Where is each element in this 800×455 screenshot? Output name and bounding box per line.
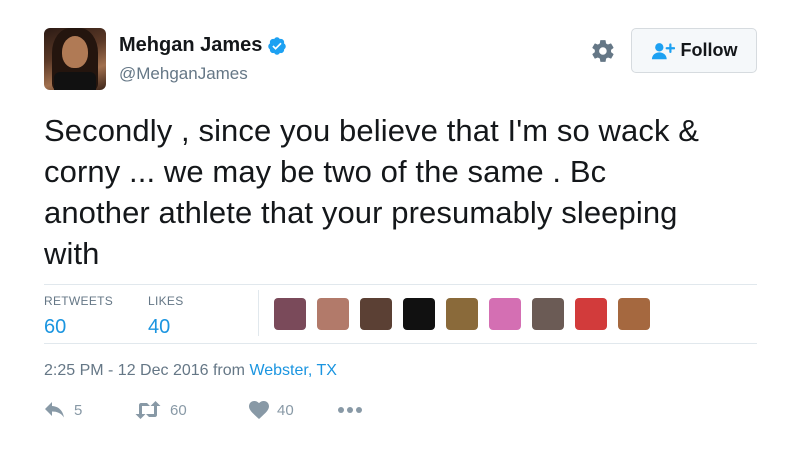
divider bbox=[44, 284, 757, 285]
reply-count: 5 bbox=[74, 401, 83, 419]
retweet-icon bbox=[135, 401, 161, 419]
timestamp[interactable]: 2:25 PM - 12 Dec 2016 from bbox=[44, 362, 249, 379]
reply-icon bbox=[45, 402, 64, 418]
liker-avatar[interactable] bbox=[489, 298, 521, 330]
tweet-text-line: with bbox=[44, 236, 100, 271]
liker-avatar[interactable] bbox=[446, 298, 478, 330]
tweet-actions: 5 60 40 bbox=[44, 401, 371, 419]
liker-avatar[interactable] bbox=[618, 298, 650, 330]
add-user-icon bbox=[651, 42, 675, 59]
avatar-face bbox=[62, 36, 88, 68]
retweets-label: RETWEETS bbox=[44, 294, 114, 308]
likers-avatars bbox=[274, 298, 661, 330]
retweets-count: 60 bbox=[44, 316, 67, 338]
verified-badge-icon bbox=[268, 36, 287, 55]
user-handle[interactable]: @MehganJames bbox=[119, 64, 248, 84]
more-dots-icon bbox=[338, 407, 362, 413]
liker-avatar[interactable] bbox=[403, 298, 435, 330]
name-row: Mehgan James bbox=[119, 34, 287, 57]
heart-icon bbox=[249, 401, 269, 419]
retweet-count: 60 bbox=[170, 401, 187, 419]
liker-avatar[interactable] bbox=[360, 298, 392, 330]
display-name[interactable]: Mehgan James bbox=[119, 34, 262, 57]
tweet-text: Secondly , since you believe that I'm so… bbox=[44, 110, 764, 274]
gear-icon[interactable] bbox=[590, 38, 616, 64]
stats-separator bbox=[258, 290, 259, 336]
more-button[interactable] bbox=[337, 406, 371, 414]
tweet-meta: 2:25 PM - 12 Dec 2016 from Webster, TX bbox=[44, 362, 337, 380]
tweet-text-line: corny ... we may be two of the same . Bc bbox=[44, 154, 607, 189]
likes-count: 40 bbox=[148, 316, 171, 338]
follow-button-label: Follow bbox=[680, 40, 738, 60]
liker-avatar[interactable] bbox=[575, 298, 607, 330]
tweet-text-line: Secondly , since you believe that I'm so… bbox=[44, 113, 700, 148]
likes-stat[interactable]: LIKES 40 bbox=[148, 294, 184, 339]
follow-button[interactable]: Follow bbox=[631, 28, 757, 73]
tweet-text-line: another athlete that your presumably sle… bbox=[44, 195, 678, 230]
liker-avatar[interactable] bbox=[274, 298, 306, 330]
like-button[interactable]: 40 bbox=[249, 401, 337, 419]
avatar-clothing bbox=[54, 72, 96, 90]
likes-label: LIKES bbox=[148, 294, 184, 308]
retweet-button[interactable]: 60 bbox=[134, 401, 249, 419]
avatar[interactable] bbox=[44, 28, 106, 90]
liker-avatar[interactable] bbox=[317, 298, 349, 330]
divider bbox=[44, 343, 757, 344]
location-link[interactable]: Webster, TX bbox=[249, 362, 336, 379]
reply-button[interactable]: 5 bbox=[44, 401, 134, 419]
retweets-stat[interactable]: RETWEETS 60 bbox=[44, 294, 113, 339]
liker-avatar[interactable] bbox=[532, 298, 564, 330]
like-count: 40 bbox=[277, 401, 294, 419]
